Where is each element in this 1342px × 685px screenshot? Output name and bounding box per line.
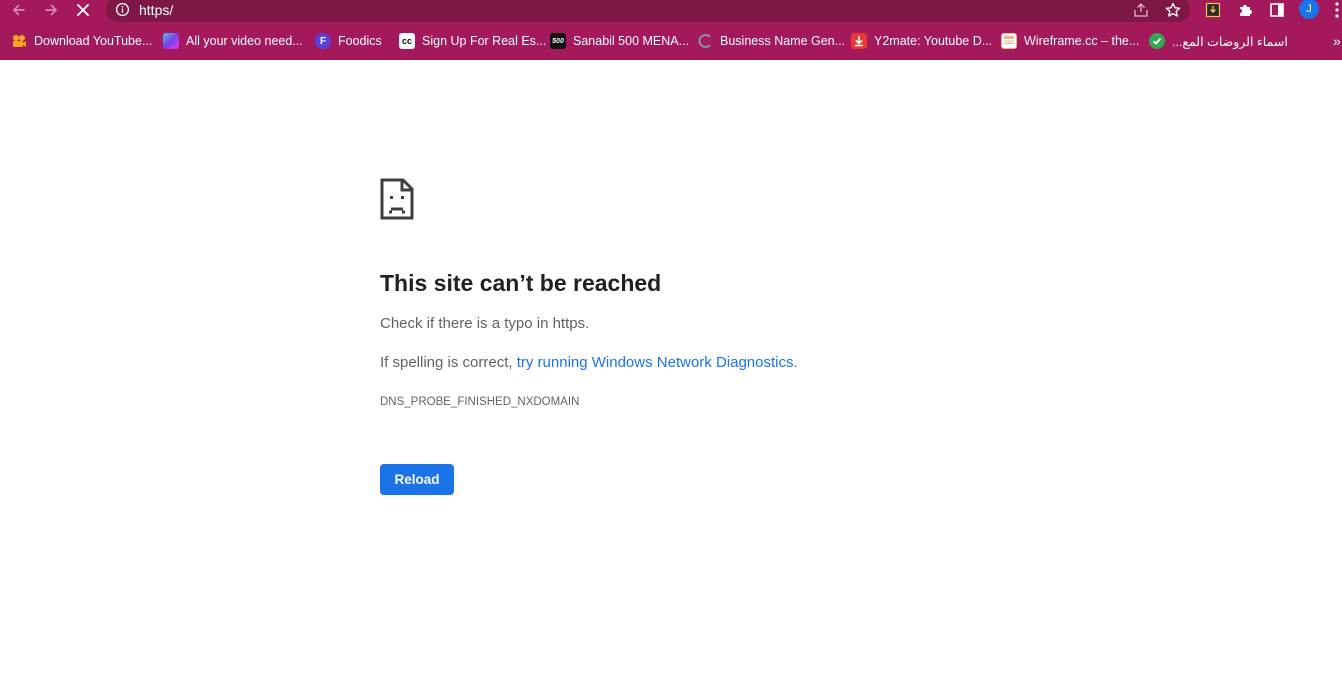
close-icon [77,4,89,16]
bookmarks-bar: Download YouTube... All your video need.… [0,22,1342,60]
profile-avatar[interactable]: J [1299,0,1319,19]
business-icon [697,33,713,49]
bookmark-label: Sign Up For Real Es... [422,34,547,48]
download-extension-icon [1205,2,1221,18]
bookmark-item[interactable]: F Foodics [315,31,382,51]
error-typo-hint: Check if there is a typo in https. [380,315,590,332]
download-icon [851,33,867,49]
sad-page-icon [380,178,414,220]
menu-icon[interactable] [1332,0,1342,20]
browser-toolbar: https/ J [0,0,1342,22]
error-diagnostics-hint: If spelling is correct, try running Wind… [380,353,798,373]
bookmark-item[interactable]: Wireframe.cc – the... [1001,31,1139,51]
side-panel-icon [1270,3,1284,17]
error-code: DNS_PROBE_FINISHED_NXDOMAIN [380,396,580,408]
check-icon [1149,33,1165,49]
bookmark-item[interactable]: Y2mate: Youtube D... [851,31,992,51]
share-icon[interactable] [1132,1,1150,19]
bookmark-item[interactable]: 500 Sanabil 500 MENA... [550,31,689,51]
back-button[interactable] [7,0,31,20]
bookmark-label: Download YouTube... [34,34,153,48]
camera-icon [11,33,27,49]
url-text[interactable]: https/ [139,2,173,18]
bookmark-label: Sanabil 500 MENA... [573,34,690,48]
stop-loading-button[interactable] [71,0,95,20]
address-bar[interactable]: https/ [106,0,1190,22]
bookmark-label: All your video need... [186,34,303,48]
reload-button[interactable]: Reload [380,464,454,495]
diagnostics-suffix: . [793,354,798,371]
foodics-icon: F [315,33,331,49]
bookmark-item[interactable]: اسماء الروضات المع... [1149,31,1288,51]
bookmark-label: Y2mate: Youtube D... [874,34,993,48]
bookmark-label: Foodics [338,34,382,48]
diagnostics-prefix: If spelling is correct, [380,354,517,371]
bookmark-label: Business Name Gen... [720,34,846,48]
back-arrow-icon [12,4,25,16]
site-info-icon[interactable] [115,2,130,17]
bookmark-item[interactable]: All your video need... [163,31,303,51]
error-title: This site can’t be reached [380,270,662,296]
forward-arrow-icon [45,4,58,16]
extensions-button[interactable] [1235,0,1255,20]
bookmark-item[interactable]: Download YouTube... [11,31,152,51]
side-panel-button[interactable] [1267,0,1287,20]
more-bookmarks-chevron-icon[interactable]: » [1333,33,1341,49]
bookmark-label: Wireframe.cc – the... [1024,34,1140,48]
cc-icon: cc [399,33,415,49]
puzzle-icon [1240,5,1252,16]
extension-download-button[interactable] [1203,0,1223,20]
network-diagnostics-link[interactable]: try running Windows Network Diagnostics [517,354,794,371]
forward-button[interactable] [39,0,63,20]
bookmark-item[interactable]: Business Name Gen... [697,31,845,51]
bookmark-star-icon[interactable] [1164,1,1182,19]
500-icon: 500 [550,33,566,49]
wireframe-icon [1001,33,1017,49]
bookmark-label: اسماء الروضات المع... [1172,34,1288,49]
video-app-icon [163,33,179,49]
bookmark-item[interactable]: cc Sign Up For Real Es... [399,31,546,51]
